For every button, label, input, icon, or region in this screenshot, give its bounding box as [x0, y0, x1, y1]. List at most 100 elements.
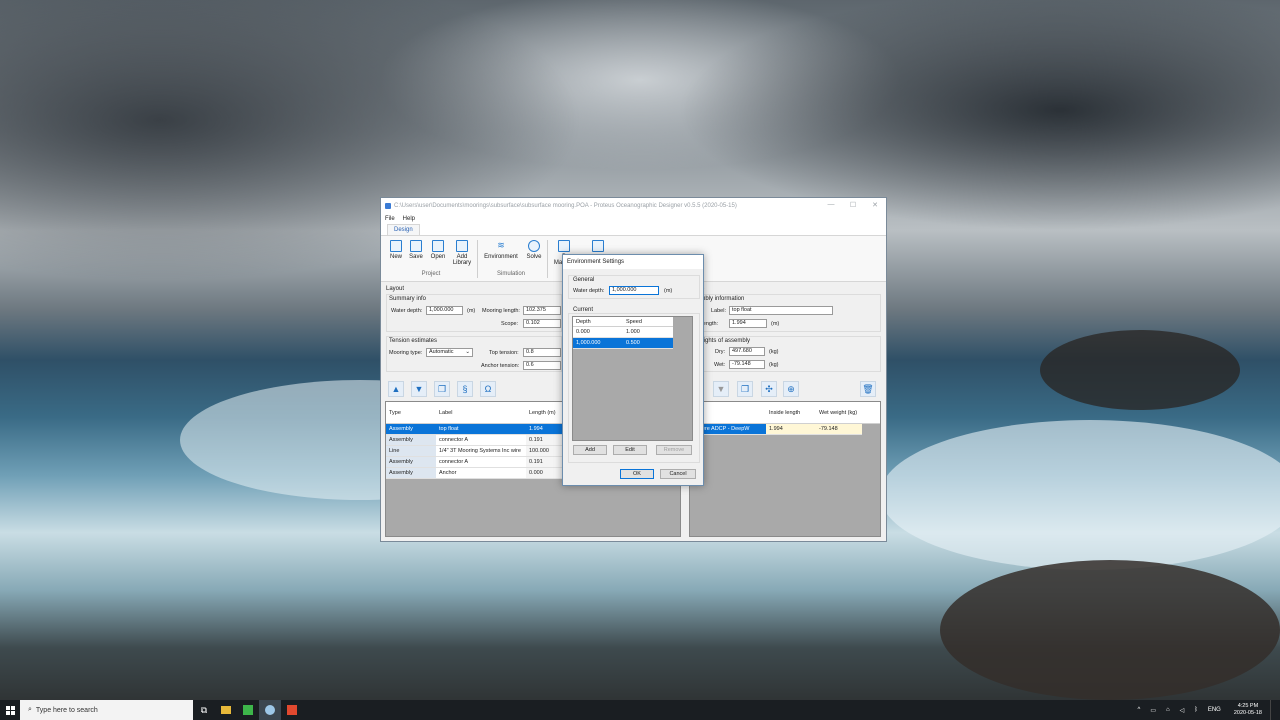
notifications-icon[interactable]	[1270, 700, 1280, 720]
ribbon-tabs: Design	[381, 224, 886, 236]
table-row[interactable]: 1,000.000 0.500	[573, 338, 673, 349]
search-icon: ⌕	[28, 706, 32, 713]
start-button[interactable]	[0, 700, 20, 720]
proteus-app-icon[interactable]	[259, 700, 281, 720]
column-length: Length (m)	[529, 409, 556, 416]
chevron-up-icon[interactable]: ^	[1132, 707, 1145, 713]
tension-estimates-label: Tension estimates	[389, 338, 438, 344]
camtasia-icon[interactable]	[237, 700, 259, 720]
close-icon[interactable]: ✕	[865, 201, 885, 211]
cell-type: Assembly	[386, 435, 436, 445]
ribbon-separator	[547, 240, 548, 278]
add-line-button[interactable]: §	[457, 381, 473, 397]
battery-icon[interactable]: ▭	[1145, 707, 1161, 714]
assembly-label-field[interactable]: top float	[729, 306, 833, 315]
dry-label: Dry:	[715, 349, 726, 355]
mooring-length-field[interactable]: 102.375	[523, 306, 561, 315]
play-icon	[528, 240, 540, 252]
table-row[interactable]: sphere ADCP - DeepW 1.994 -79.148	[690, 424, 862, 435]
top-tension-label: Top tension:	[489, 350, 519, 356]
menu-bar: File Help	[381, 214, 886, 224]
add-button[interactable]: Add	[573, 445, 607, 455]
cell-label: Anchor	[439, 470, 457, 476]
wet-label: Wet:	[714, 362, 726, 368]
column-label: Label	[439, 409, 453, 416]
title-bar: C:\Users\user\Documents\moorings\subsurf…	[381, 198, 886, 214]
solve-label: Solve	[526, 254, 542, 260]
windows-icon	[5, 705, 15, 715]
trash-icon: 🗑	[862, 384, 874, 394]
add-from-library-button[interactable]: ✣	[761, 381, 777, 397]
summary-info-label: Summary info	[389, 296, 427, 302]
menu-help[interactable]: Help	[403, 214, 415, 224]
mooring-type-select[interactable]: Automatic ⌄	[426, 348, 473, 357]
language-indicator[interactable]: ENG	[1203, 707, 1226, 713]
background-rock	[940, 560, 1280, 700]
cell-speed: 0.500	[626, 340, 640, 346]
simulation-group-label: Simulation	[496, 271, 525, 277]
table-row[interactable]: Assembly Anchor 0.000	[386, 468, 562, 479]
open-button[interactable]: Open	[427, 240, 449, 260]
copy-item-button[interactable]: ❐	[737, 381, 753, 397]
file-explorer-icon[interactable]	[215, 700, 237, 720]
cell-label: connector A	[439, 437, 469, 443]
menu-file[interactable]: File	[385, 214, 395, 224]
grid-header: Depth Speed	[573, 317, 673, 327]
anchor-tension-field[interactable]: 0.6	[523, 361, 561, 370]
table-row[interactable]: Assembly top float 1.994	[386, 424, 562, 435]
minimize-icon[interactable]: —	[821, 201, 841, 211]
move-down-button-right[interactable]: ▼	[713, 381, 729, 397]
volume-icon[interactable]: ◁	[1175, 707, 1190, 714]
add-library-button[interactable]: Add Library	[449, 240, 475, 266]
general-label: General	[573, 277, 595, 283]
remove-button[interactable]: Remove	[656, 445, 692, 455]
new-button[interactable]: New	[385, 240, 407, 260]
copy-icon: ❐	[740, 384, 750, 394]
environment-button[interactable]: ≋ Environment	[483, 240, 519, 260]
dry-weight-field[interactable]: 497.680	[729, 347, 765, 356]
dialog-water-depth-field[interactable]: 1,000.000	[609, 286, 659, 295]
table-row[interactable]: Line 1/4" 3T Mooring Systems Inc wire 10…	[386, 446, 562, 457]
wet-weight-field[interactable]: -79.148	[729, 360, 765, 369]
dialog-title: Environment Settings	[563, 255, 703, 269]
scope-label: Scope:	[501, 321, 519, 327]
assembly-items-grid: e Inside length Wet weight (kg) sphere A…	[689, 401, 881, 537]
puzzle-icon: ✣	[765, 384, 773, 394]
add-item-button[interactable]: ⊕	[783, 381, 799, 397]
add-anchor-button[interactable]: Ω	[480, 381, 496, 397]
bluetooth-icon[interactable]: ᛒ	[1189, 707, 1203, 713]
mooring-type-value: Automatic	[429, 349, 454, 355]
solve-button[interactable]: Solve	[523, 240, 545, 260]
cell-depth: 1,000.000	[576, 340, 601, 346]
delete-button[interactable]: 🗑	[860, 381, 876, 397]
network-icon[interactable]: ⌂	[1161, 707, 1175, 713]
search-placeholder: Type here to search	[35, 706, 98, 714]
water-depth-field[interactable]: 1,000.000	[426, 306, 463, 315]
top-tension-field[interactable]: 0.8	[523, 348, 561, 357]
table-row[interactable]: Assembly connector A 0.191	[386, 457, 562, 468]
move-up-button[interactable]: ▲	[388, 381, 404, 397]
column-wet-weight: Wet weight (kg)	[819, 409, 858, 416]
recorder-icon[interactable]	[281, 700, 303, 720]
table-row[interactable]: 0.000 1.000	[573, 327, 673, 338]
mooring-type-label: Mooring type:	[389, 350, 423, 356]
ok-button[interactable]: OK	[620, 469, 654, 479]
cell-depth: 0.000	[576, 329, 590, 335]
task-view-icon[interactable]: ⧉	[193, 700, 215, 720]
taskbar-search[interactable]: ⌕ Type here to search	[20, 700, 193, 720]
cell-label: connector A	[439, 459, 469, 465]
move-down-button[interactable]: ▼	[411, 381, 427, 397]
table-row[interactable]: Assembly connector A 0.191	[386, 435, 562, 446]
inside-length-field[interactable]: 1.994	[729, 319, 767, 328]
ribbon-button-partial[interactable]	[587, 240, 609, 254]
save-button[interactable]: Save	[405, 240, 427, 260]
clock[interactable]: 4:25 PM 2020-05-18	[1226, 703, 1270, 717]
waves-icon: ≋	[497, 240, 505, 250]
tab-design[interactable]: Design	[387, 224, 420, 235]
edit-button[interactable]: Edit	[613, 445, 647, 455]
scope-field[interactable]: 0.102	[523, 319, 561, 328]
duplicate-button[interactable]: ❐	[434, 381, 450, 397]
maximize-icon[interactable]: ☐	[843, 201, 863, 211]
cancel-button[interactable]: Cancel	[660, 469, 696, 479]
document-icon	[558, 240, 570, 252]
